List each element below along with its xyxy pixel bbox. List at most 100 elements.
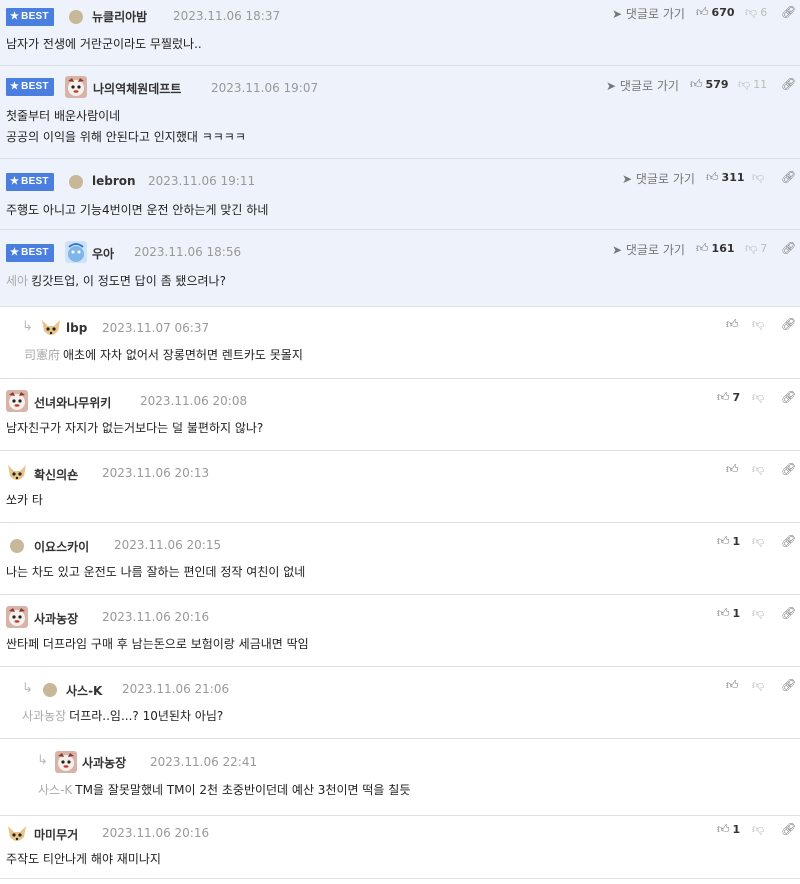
- avatar[interactable]: [10, 539, 24, 553]
- share-link-icon[interactable]: 🔗︎: [781, 317, 796, 331]
- comment-author[interactable]: 이요스카이: [34, 538, 89, 555]
- reply-target[interactable]: 세아: [6, 274, 28, 288]
- reply-arrow-icon: ↳: [37, 753, 48, 768]
- thumbs-up-icon: 👍︎: [717, 390, 730, 404]
- avatar[interactable]: [69, 10, 83, 24]
- thumbs-down-icon: 👎︎: [752, 390, 765, 404]
- comment-author[interactable]: 마미무거: [34, 826, 78, 843]
- upvote-button[interactable]: 👍︎ 1: [717, 822, 740, 837]
- goto-reply-link[interactable]: ➤ 댓글로 가기: [612, 241, 685, 258]
- comment-text: 싼타페 더프라임 구매 후 남는돈으로 보험이랑 세금내면 딱임: [6, 637, 309, 651]
- thumbs-up-icon: 👍︎: [696, 5, 709, 19]
- downvote-button[interactable]: 👎︎: [752, 678, 764, 693]
- goto-reply-link[interactable]: ➤ 댓글로 가기: [606, 77, 679, 94]
- upvote-count: 1: [732, 607, 741, 620]
- thumbs-down-icon: 👎︎: [752, 822, 765, 836]
- share-link-icon[interactable]: 🔗︎: [781, 170, 796, 184]
- best-badge: ★ BEST: [6, 78, 54, 96]
- comment-item: ★ BEST 우아 2023.11.06 18:56 ➤ 댓글로 가기 👍︎ 161…: [0, 230, 800, 307]
- avatar[interactable]: [40, 317, 62, 339]
- upvote-button[interactable]: 👍︎ 579: [690, 77, 729, 92]
- share-link-icon[interactable]: 🔗︎: [781, 678, 796, 692]
- share-link-icon[interactable]: 🔗︎: [781, 822, 796, 836]
- share-link-icon[interactable]: 🔗︎: [781, 606, 796, 620]
- avatar[interactable]: [65, 241, 87, 263]
- star-icon: ★: [10, 247, 20, 258]
- avatar[interactable]: [6, 462, 28, 484]
- upvote-button[interactable]: 👍︎ 1: [717, 534, 740, 549]
- downvote-button[interactable]: 👎︎: [752, 317, 764, 332]
- thumbs-up-icon: 👍︎: [726, 678, 739, 692]
- comment-author[interactable]: 선녀와나무위키: [34, 394, 111, 411]
- comment-date: 2023.11.06 22:41: [150, 755, 258, 769]
- comment-author[interactable]: 사스-K: [66, 682, 102, 699]
- comment-date: 2023.11.06 20:13: [102, 466, 210, 480]
- downvote-button[interactable]: 👎︎ 6: [745, 5, 767, 20]
- comment-item: ↳ lbp 2023.11.07 06:37 👍︎ 👎︎ 🔗︎ 司憲府 애초에 자…: [0, 307, 800, 379]
- avatar[interactable]: [6, 606, 28, 628]
- comment-author[interactable]: 사과농장: [82, 754, 126, 771]
- thumbs-down-icon: 👎︎: [752, 534, 765, 548]
- downvote-button[interactable]: 👎︎: [752, 534, 764, 549]
- comment-text: 司憲府 애초에 자차 없어서 장롱면허면 렌트카도 못몰지: [24, 348, 303, 362]
- comment-item: 확신의숀 2023.11.06 20:13 👍︎ 👎︎ 🔗︎ 쏘카 타: [0, 451, 800, 523]
- goto-reply-link[interactable]: ➤ 댓글로 가기: [612, 5, 685, 22]
- comment-item: ★ BEST lebron 2023.11.06 19:11 ➤ 댓글로 가기 👍…: [0, 159, 800, 230]
- avatar[interactable]: [65, 76, 87, 98]
- reply-target[interactable]: 司憲府: [24, 348, 60, 362]
- thumbs-up-icon: 👍︎: [726, 462, 739, 476]
- share-link-icon[interactable]: 🔗︎: [781, 77, 796, 91]
- upvote-button[interactable]: 👍︎ 311: [706, 170, 745, 185]
- upvote-button[interactable]: 👍︎ 1: [717, 606, 740, 621]
- avatar[interactable]: [55, 751, 77, 773]
- comment-date: 2023.11.06 21:06: [122, 682, 230, 696]
- share-link-icon[interactable]: 🔗︎: [781, 241, 796, 255]
- comment-date: 2023.11.06 20:15: [114, 538, 222, 552]
- goto-reply-link[interactable]: ➤ 댓글로 가기: [622, 170, 695, 187]
- reply-arrow-icon: ↳: [22, 319, 33, 334]
- downvote-button[interactable]: 👎︎: [752, 390, 764, 405]
- send-icon: ➤: [612, 243, 623, 257]
- thumbs-up-icon: 👍︎: [717, 534, 730, 548]
- thumbs-up-icon: 👍︎: [717, 822, 730, 836]
- comment-text: 주행도 아니고 기능4번이면 운전 안하는게 맞긴 하네: [6, 203, 269, 217]
- upvote-button[interactable]: 👍︎ 7: [717, 390, 740, 405]
- avatar[interactable]: [6, 823, 28, 845]
- comment-author[interactable]: 사과농장: [34, 610, 78, 627]
- comment-author[interactable]: lebron: [92, 174, 136, 188]
- downvote-button[interactable]: 👎︎: [752, 462, 764, 477]
- star-icon: ★: [10, 176, 20, 187]
- share-link-icon[interactable]: 🔗︎: [781, 462, 796, 476]
- comment-author[interactable]: 확신의숀: [34, 466, 78, 483]
- reply-target[interactable]: 사과농장: [22, 709, 66, 723]
- upvote-button[interactable]: 👍︎ 670: [696, 5, 735, 20]
- upvote-button[interactable]: 👍︎ 161: [696, 241, 735, 256]
- downvote-button[interactable]: 👎︎: [752, 606, 764, 621]
- downvote-count: 7: [760, 242, 768, 255]
- downvote-button[interactable]: 👎︎: [752, 170, 764, 185]
- share-link-icon[interactable]: 🔗︎: [781, 5, 796, 19]
- share-link-icon[interactable]: 🔗︎: [781, 534, 796, 548]
- comment-author[interactable]: 우아: [92, 245, 114, 262]
- comment-author[interactable]: 나의역체원데프트: [93, 80, 181, 97]
- upvote-button[interactable]: 👍︎: [726, 462, 739, 477]
- upvote-button[interactable]: 👍︎: [726, 678, 739, 693]
- upvote-button[interactable]: 👍︎: [726, 317, 739, 332]
- comment-item: ★ BEST 나의역체원데프트 2023.11.06 19:07 ➤ 댓글로 가기…: [0, 66, 800, 159]
- comment-item: ↳ 사과농장 2023.11.06 22:41 사스-K TM을 잘못말했네 TM…: [0, 739, 800, 816]
- downvote-button[interactable]: 👎︎ 7: [745, 241, 767, 256]
- star-icon: ★: [10, 81, 20, 92]
- share-link-icon[interactable]: 🔗︎: [781, 390, 796, 404]
- send-icon: ➤: [612, 7, 623, 21]
- reply-target[interactable]: 사스-K: [38, 783, 72, 797]
- avatar[interactable]: [6, 390, 28, 412]
- avatar[interactable]: [69, 175, 83, 189]
- downvote-button[interactable]: 👎︎: [752, 822, 764, 837]
- downvote-button[interactable]: 👎︎ 11: [738, 77, 767, 92]
- comment-author[interactable]: lbp: [66, 321, 87, 335]
- avatar[interactable]: [43, 683, 57, 697]
- thumbs-down-icon: 👎︎: [752, 170, 765, 184]
- comment-author[interactable]: 뉴클리아밤: [92, 8, 147, 25]
- comment-date: 2023.11.06 20:16: [102, 610, 210, 624]
- comment-item: 사과농장 2023.11.06 20:16 👍︎ 1 👎︎ 🔗︎ 싼타페 더프라임…: [0, 595, 800, 667]
